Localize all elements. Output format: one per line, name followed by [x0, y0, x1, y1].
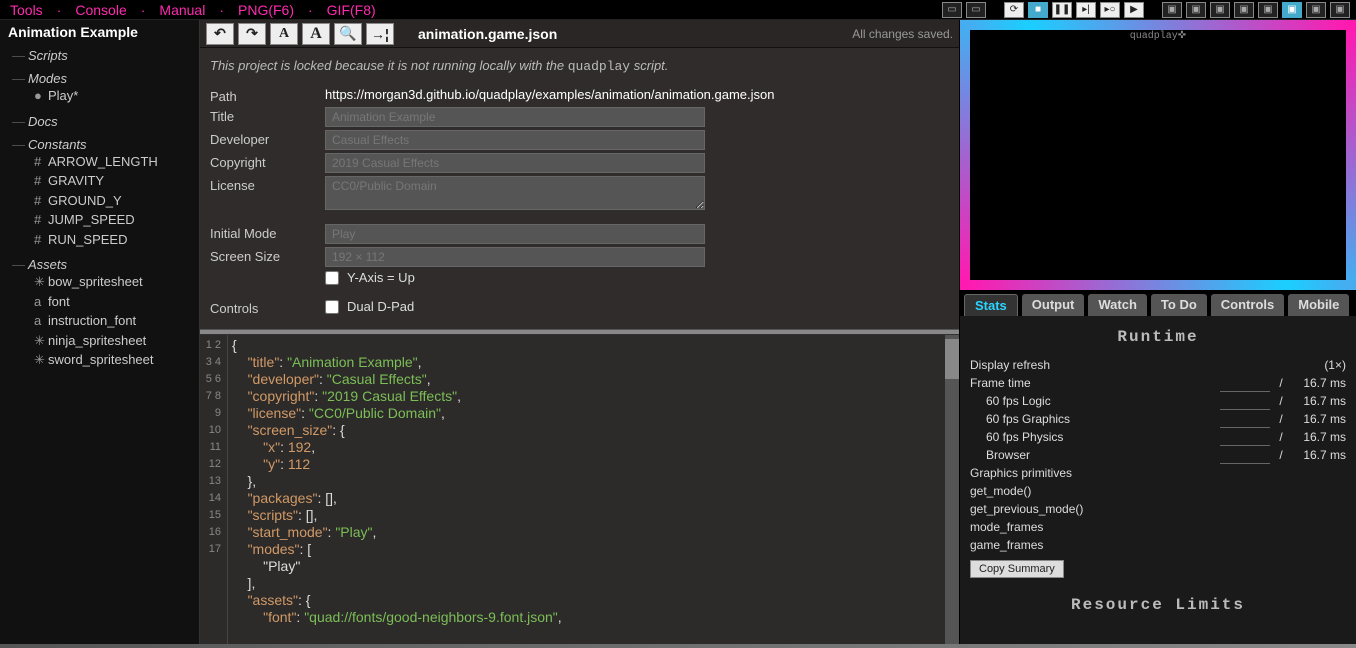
view-icon-3[interactable]: ▣	[1210, 2, 1230, 18]
asset-ifont[interactable]: ainstruction_font	[8, 311, 191, 331]
dualdpad-checkbox[interactable]	[325, 300, 339, 314]
copyright-label: Copyright	[210, 153, 325, 170]
slow-icon[interactable]: ▸○	[1100, 2, 1120, 18]
project-title: Animation Example	[8, 24, 191, 40]
menu-manual[interactable]: Manual	[155, 2, 209, 18]
game-preview[interactable]: quadplay✜	[960, 20, 1356, 290]
runtime-header: Runtime	[970, 328, 1346, 346]
layout-icon-1[interactable]: ▭	[942, 2, 962, 18]
initmode-input[interactable]	[325, 224, 705, 244]
locked-banner: This project is locked because it is not…	[200, 48, 959, 80]
layout-icon-2[interactable]: ▭	[966, 2, 986, 18]
view-icon-6[interactable]: ▣	[1282, 2, 1302, 18]
const-groundy[interactable]: #GROUND_Y	[8, 191, 191, 211]
filename: animation.game.json	[418, 26, 557, 42]
asset-bow[interactable]: ✳bow_spritesheet	[8, 272, 191, 292]
step-icon[interactable]: ▸|	[1076, 2, 1096, 18]
stat-logic: 60 fps Logic	[970, 392, 1214, 410]
tree-mode-play[interactable]: ●Play*	[8, 86, 191, 106]
stat-frame: Frame time	[970, 374, 1214, 392]
font-large-icon[interactable]: A	[302, 23, 330, 45]
const-jump[interactable]: #JUMP_SPEED	[8, 210, 191, 230]
view-icon-8[interactable]: ▣	[1330, 2, 1350, 18]
path-label: Path	[210, 87, 325, 104]
const-arrow[interactable]: #ARROW_LENGTH	[8, 152, 191, 172]
license-input[interactable]: CC0/Public Domain	[325, 176, 705, 210]
tab-stats[interactable]: Stats	[964, 294, 1018, 316]
const-gravity[interactable]: #GRAVITY	[8, 171, 191, 191]
tab-mobile[interactable]: Mobile	[1288, 294, 1349, 316]
const-run[interactable]: #RUN_SPEED	[8, 230, 191, 250]
view-icon-7[interactable]: ▣	[1306, 2, 1326, 18]
tree-constants[interactable]: Constants	[8, 137, 191, 152]
stop-icon[interactable]: ■	[1028, 2, 1048, 18]
stat-prim: Graphics primitives	[970, 464, 1346, 482]
tree-assets[interactable]: Assets	[8, 257, 191, 272]
initmode-label: Initial Mode	[210, 224, 325, 241]
title-input[interactable]	[325, 107, 705, 127]
saved-status: All changes saved.	[852, 27, 953, 41]
pause-icon[interactable]: ❚❚	[1052, 2, 1072, 18]
code[interactable]: { "title": "Animation Example", "develop…	[228, 335, 959, 644]
menu-tools[interactable]: Tools	[6, 2, 47, 18]
path-value: https://morgan3d.github.io/quadplay/exam…	[325, 87, 775, 102]
stat-modef: mode_frames	[970, 518, 1346, 536]
fwd-icon[interactable]: ↷	[238, 23, 266, 45]
menu-console[interactable]: Console	[71, 2, 130, 18]
stat-refresh: Display refresh	[970, 356, 1306, 374]
screensize-label: Screen Size	[210, 247, 325, 264]
screensize-input[interactable]	[325, 247, 705, 267]
asset-font[interactable]: afont	[8, 292, 191, 312]
back-icon[interactable]: ↶	[206, 23, 234, 45]
stat-browser: Browser	[970, 446, 1214, 464]
stat-getmode: get_mode()	[970, 482, 1346, 500]
gutter: 1 2 3 4 5 6 7 8 9 10 11 12 13 14 15 16 1…	[200, 335, 228, 644]
font-small-icon[interactable]: A	[270, 23, 298, 45]
tab-watch[interactable]: Watch	[1088, 294, 1147, 316]
menu-gif[interactable]: GIF(F8)	[323, 2, 380, 18]
controls-label: Controls	[210, 299, 325, 316]
sidebar: Animation Example Scripts Modes ●Play* D…	[0, 20, 200, 644]
resource-header: Resource Limits	[970, 596, 1346, 614]
tab-todo[interactable]: To Do	[1151, 294, 1207, 316]
scrollbar[interactable]	[945, 335, 959, 644]
menu-png[interactable]: PNG(F6)	[234, 2, 298, 18]
view-icon-1[interactable]: ▣	[1162, 2, 1182, 18]
developer-label: Developer	[210, 130, 325, 147]
code-editor[interactable]: 1 2 3 4 5 6 7 8 9 10 11 12 13 14 15 16 1…	[200, 335, 959, 644]
goto-icon[interactable]: →¦	[366, 23, 394, 45]
reload-icon[interactable]: ⟳	[1004, 2, 1024, 18]
asset-ninja[interactable]: ✳ninja_spritesheet	[8, 331, 191, 351]
license-label: License	[210, 176, 325, 193]
developer-input[interactable]	[325, 130, 705, 150]
tree-scripts[interactable]: Scripts	[8, 48, 191, 63]
play-icon[interactable]: ▶	[1124, 2, 1144, 18]
yaxis-checkbox[interactable]	[325, 271, 339, 285]
top-menu: Tools· Console· Manual· PNG(F6)· GIF(F8)	[6, 2, 380, 18]
tab-output[interactable]: Output	[1022, 294, 1085, 316]
tree-modes[interactable]: Modes	[8, 71, 191, 86]
brand-label: quadplay✜	[970, 30, 1346, 42]
tab-controls[interactable]: Controls	[1211, 294, 1284, 316]
tree-docs[interactable]: Docs	[8, 114, 191, 129]
copy-summary-button[interactable]: Copy Summary	[970, 560, 1064, 578]
title-label: Title	[210, 107, 325, 124]
search-icon[interactable]: 🔍	[334, 23, 362, 45]
view-icon-2[interactable]: ▣	[1186, 2, 1206, 18]
view-icon-5[interactable]: ▣	[1258, 2, 1278, 18]
yaxis-label: Y-Axis = Up	[347, 270, 415, 285]
asset-sword[interactable]: ✳sword_spritesheet	[8, 350, 191, 370]
copyright-input[interactable]	[325, 153, 705, 173]
stat-getprev: get_previous_mode()	[970, 500, 1346, 518]
dualdpad-label: Dual D-Pad	[347, 299, 414, 314]
stat-gamef: game_frames	[970, 536, 1346, 554]
stat-graphics: 60 fps Graphics	[970, 410, 1214, 428]
view-icon-4[interactable]: ▣	[1234, 2, 1254, 18]
stat-physics: 60 fps Physics	[970, 428, 1214, 446]
